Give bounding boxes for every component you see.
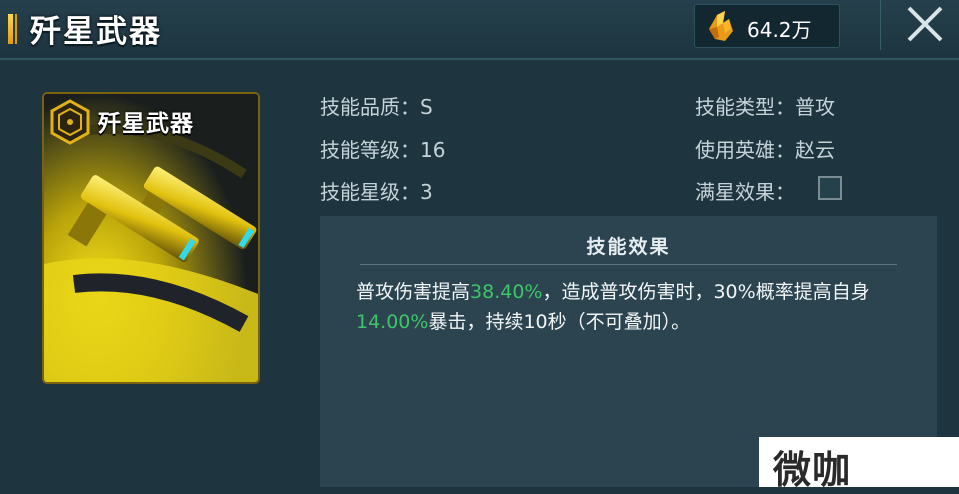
full-star-row: 满星效果： bbox=[695, 176, 795, 205]
skill-type-row: 技能类型：普攻 bbox=[695, 91, 835, 120]
skill-type-label: 技能类型： bbox=[695, 95, 795, 119]
skill-level-value: 16 bbox=[420, 138, 446, 162]
effect-value-crit: 14.00% bbox=[356, 311, 429, 333]
skill-quality-value: S bbox=[420, 95, 433, 119]
hero-row: 使用英雄：赵云 bbox=[695, 134, 835, 163]
skill-level-row: 技能等级：16 bbox=[320, 134, 445, 163]
full-star-label: 满星效果： bbox=[695, 180, 795, 204]
watermark: 微咖 bbox=[759, 437, 959, 492]
skill-star-label: 技能星级： bbox=[320, 180, 420, 204]
page-title: 歼星武器 bbox=[30, 14, 162, 50]
divider bbox=[360, 264, 897, 265]
crystal-icon bbox=[709, 11, 733, 41]
title-accent bbox=[8, 14, 13, 44]
effect-text-part2: ，造成普攻伤害时，30%概率提高自身 bbox=[542, 281, 870, 303]
effect-text-part3: 暴击，持续10秒（不可叠加）。 bbox=[428, 311, 691, 333]
hexagon-badge-icon bbox=[50, 99, 90, 145]
skill-quality-label: 技能品质： bbox=[320, 95, 420, 119]
header-bar: 歼星武器 64.2万 bbox=[0, 0, 959, 60]
close-button[interactable] bbox=[880, 0, 959, 50]
hero-label: 使用英雄： bbox=[695, 138, 795, 162]
card-title: 歼星武器 bbox=[98, 110, 194, 137]
skill-effect-title: 技能效果 bbox=[586, 236, 671, 258]
currency-display[interactable]: 64.2万 bbox=[694, 4, 840, 48]
skill-effect-description: 普攻伤害提高38.40%，造成普攻伤害时，30%概率提高自身 14.00%暴击，持… bbox=[356, 277, 916, 337]
skill-type-value: 普攻 bbox=[795, 95, 835, 119]
skill-star-value: 3 bbox=[420, 180, 433, 204]
title-accent-line bbox=[15, 14, 17, 44]
effect-value-damage: 38.40% bbox=[470, 281, 543, 303]
weapon-card: 歼星武器 bbox=[42, 92, 260, 384]
hero-value: 赵云 bbox=[795, 138, 835, 162]
currency-value: 64.2万 bbox=[747, 18, 812, 42]
watermark-text: 微咖 bbox=[773, 448, 852, 492]
skill-level-label: 技能等级： bbox=[320, 138, 420, 162]
skill-star-row: 技能星级：3 bbox=[320, 176, 433, 205]
full-star-checkbox[interactable] bbox=[818, 176, 842, 200]
close-icon bbox=[907, 6, 943, 42]
skill-quality-row: 技能品质：S bbox=[320, 91, 433, 120]
effect-text-part1: 普攻伤害提高 bbox=[356, 281, 471, 303]
